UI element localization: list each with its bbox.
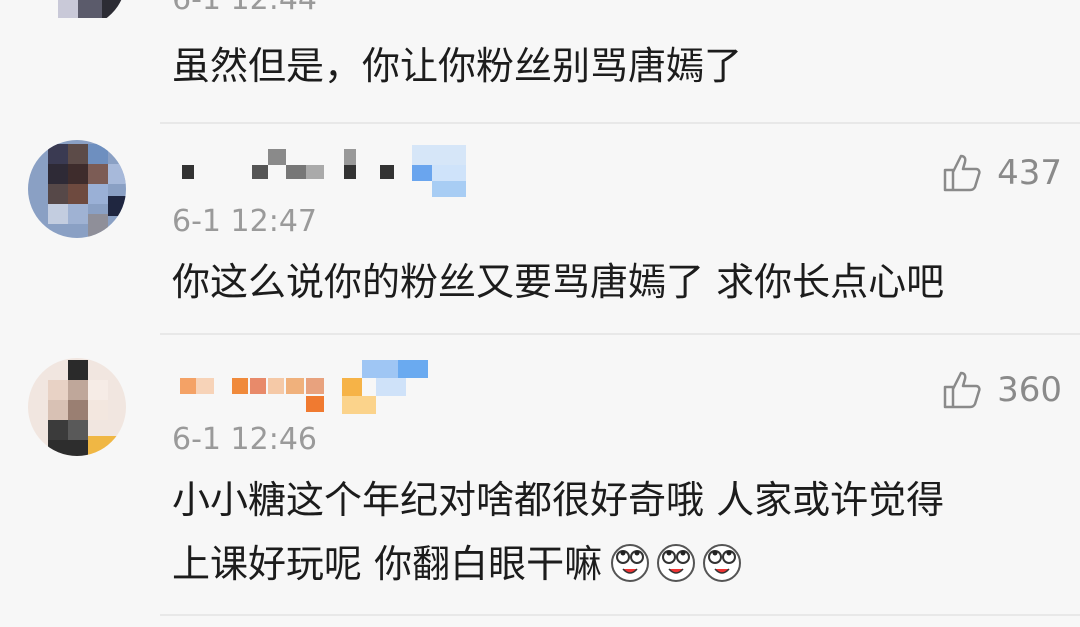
divider <box>160 614 1080 616</box>
thumbs-up-icon <box>943 154 981 192</box>
comment-text-line-1: 小小糖这个年纪对啥都很好奇哦 人家或许觉得 <box>172 478 945 522</box>
comment-timestamp: 6-1 12:44 <box>172 0 317 18</box>
eye-roll-emoji-icon <box>611 544 650 582</box>
eye-roll-emoji-icon <box>657 544 696 582</box>
like-button[interactable]: 437 <box>941 151 1062 195</box>
like-button[interactable]: 360 <box>941 368 1062 412</box>
avatar[interactable] <box>28 358 126 456</box>
comment-text-line-2: 上课好玩呢 你翻白眼干嘛 <box>172 542 603 586</box>
divider <box>160 333 1080 335</box>
comment-text: 你这么说你的粉丝又要骂唐嫣了 求你长点心吧 <box>172 260 945 304</box>
comment-text-line-2-wrapper: 上课好玩呢 你翻白眼干嘛 <box>172 538 1040 590</box>
comment-timestamp: 6-1 12:46 <box>172 422 317 457</box>
avatar[interactable] <box>28 140 126 238</box>
comment-text: 虽然但是，你让你粉丝别骂唐嫣了 <box>172 44 743 88</box>
thumbs-up-icon <box>943 371 981 409</box>
avatar[interactable] <box>28 0 126 28</box>
divider <box>160 122 1080 124</box>
comment-timestamp: 6-1 12:47 <box>172 204 317 239</box>
like-count: 360 <box>997 370 1062 410</box>
username-pixelated[interactable] <box>172 145 492 205</box>
like-count: 437 <box>997 153 1062 193</box>
eye-roll-emoji-icon <box>703 544 742 582</box>
username-pixelated[interactable] <box>172 360 492 420</box>
